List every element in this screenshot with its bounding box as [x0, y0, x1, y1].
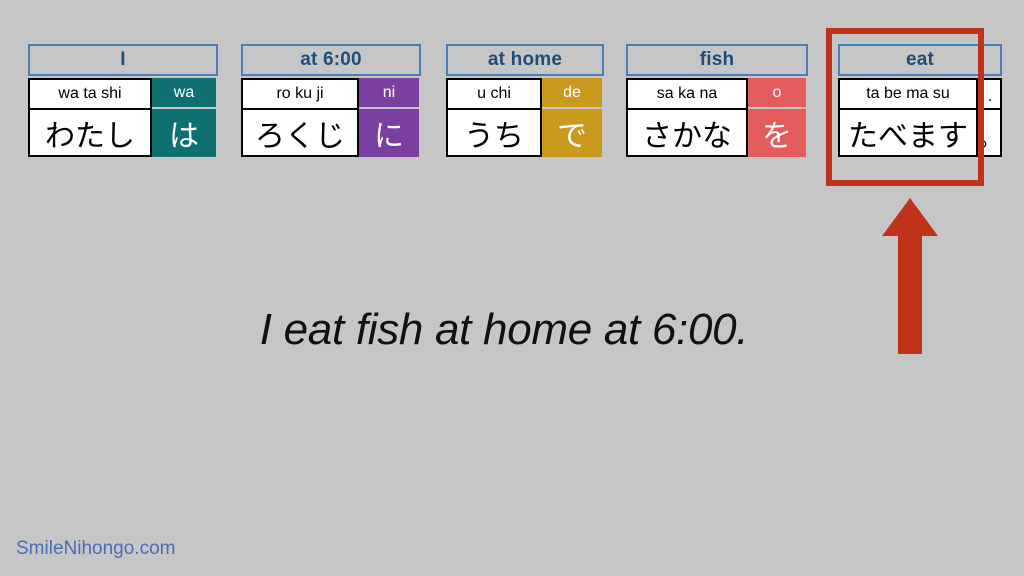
word-romaji-cell: ro ku ji — [241, 78, 359, 109]
card-body: sa ka na さかな o を — [626, 78, 808, 157]
particle-column: wa は — [152, 78, 216, 157]
word-column: u chi うち — [446, 78, 542, 157]
particle-romaji-cell: de — [542, 78, 602, 109]
word-romaji-cell: u chi — [446, 78, 542, 109]
english-sentence-text: I eat fish at home at 6:00. — [259, 305, 749, 354]
card-header-english: fish — [626, 44, 808, 76]
word-column: ro ku ji ろくじ — [241, 78, 359, 157]
particle-romaji-cell: ni — [359, 78, 419, 109]
word-card-at-home[interactable]: at home u chi うち de で — [446, 44, 604, 157]
particle-column: o を — [748, 78, 806, 157]
card-header-english: at home — [446, 44, 604, 76]
particle-kana-cell: を — [762, 120, 792, 153]
word-romaji-cell: wa ta shi — [28, 78, 152, 109]
word-kana-cell: ろくじ — [241, 109, 359, 157]
particle-kana-cell: で — [557, 120, 587, 153]
particle-kana-cell: に — [374, 120, 404, 153]
word-card-at-six[interactable]: at 6:00 ro ku ji ろくじ ni に — [241, 44, 421, 157]
site-watermark: SmileNihongo.com — [16, 538, 176, 559]
word-romaji-cell: sa ka na — [626, 78, 748, 109]
card-body: wa ta shi わたし wa は — [28, 78, 218, 157]
card-body: ro ku ji ろくじ ni に — [241, 78, 421, 157]
eat-highlight-box — [826, 28, 984, 186]
word-kana-cell: うち — [446, 109, 542, 157]
english-sentence: I eat fish at home at 6:00. — [0, 305, 1024, 355]
particle-kana-cell: は — [169, 120, 199, 153]
word-column: sa ka na さかな — [626, 78, 748, 157]
word-column: wa ta shi わたし — [28, 78, 152, 157]
word-card-fish[interactable]: fish sa ka na さかな o を — [626, 44, 808, 157]
word-kana-cell: さかな — [626, 109, 748, 157]
particle-romaji-cell: o — [748, 78, 806, 109]
word-card-i[interactable]: I wa ta shi わたし wa は — [28, 44, 218, 157]
card-body: u chi うち de で — [446, 78, 604, 157]
particle-column: ni に — [359, 78, 419, 157]
particle-romaji-cell: wa — [152, 78, 216, 109]
card-header-english: at 6:00 — [241, 44, 421, 76]
word-kana-cell: わたし — [28, 109, 152, 157]
particle-column: de で — [542, 78, 602, 157]
card-header-english: I — [28, 44, 218, 76]
